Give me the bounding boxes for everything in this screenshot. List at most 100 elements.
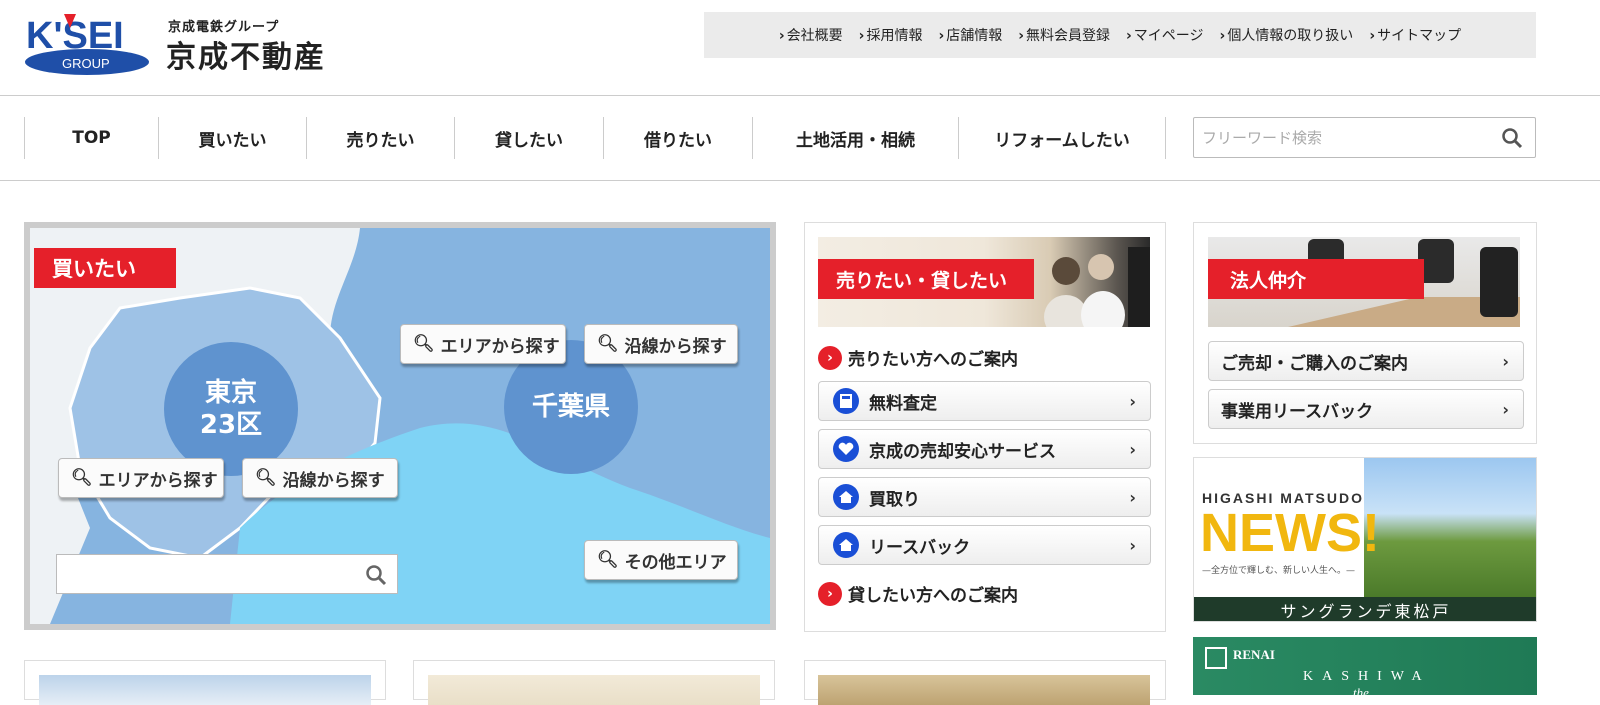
chevron-right-icon: › <box>1219 28 1226 44</box>
nav-buy[interactable]: 買いたい <box>158 117 306 159</box>
util-link[interactable]: › 個人情報の取り扱い <box>1220 25 1354 45</box>
global-nav: TOP 買いたい 売りたい 貸したい 借りたい 土地活用・相続 リフォームしたい <box>0 97 1600 181</box>
leaseback-label: リースバック <box>869 537 971 558</box>
bottom-card-2[interactable] <box>413 660 775 705</box>
bottom-card-3[interactable] <box>804 660 1166 705</box>
house-icon <box>833 484 859 510</box>
util-link-label: 無料会員登録 <box>1026 28 1111 44</box>
chevron-right-icon: › <box>1502 352 1509 371</box>
chevron-right-icon: › <box>858 28 865 44</box>
sell-lend-tag: 売りたい・貸したい <box>818 259 1034 299</box>
util-link-label: サイトマップ <box>1377 28 1462 44</box>
renai-brand: RENAI <box>1233 647 1275 662</box>
nav-lend[interactable]: 貸したい <box>454 117 603 159</box>
util-link[interactable]: › サイトマップ <box>1369 25 1461 45</box>
nav-reform[interactable]: リフォームしたい <box>958 117 1166 159</box>
tokyo-line-search-button[interactable]: 🔍︎ 沿線から探す <box>242 458 398 498</box>
arrow-right-icon: › <box>818 345 842 370</box>
utility-nav: › 会社概要 › 採用情報 › 店舗情報 › 無料会員登録 › マイページ › 個人情報の取り扱い › サ… <box>704 12 1536 58</box>
chiba-line-search-button[interactable]: 🔍︎ 沿線から探す <box>584 324 738 364</box>
map-search-input[interactable] <box>56 554 398 594</box>
freeword-search <box>1193 117 1536 158</box>
renai-title: KASHIWA <box>1303 669 1431 684</box>
safe-sale-service-button[interactable]: 京成の売却安心サービス › <box>818 429 1151 469</box>
news-subtitle: —全方位で輝しむ、新しい人生へ。— <box>1202 566 1356 576</box>
town-photo <box>1364 458 1536 597</box>
lend-guide-label: 貸したい方へのご案内 <box>848 586 1018 606</box>
tokyo-line-search-label: 沿線から探す <box>282 470 385 491</box>
util-link[interactable]: › 無料会員登録 <box>1018 25 1110 45</box>
search-icon: 🔍︎ <box>71 468 93 488</box>
chevron-right-icon: › <box>1502 400 1509 419</box>
higashi-matsudo-news-banner[interactable]: HIGASHI MATSUDO NEWS! —全方位で輝しむ、新しい人生へ。— … <box>1193 457 1537 622</box>
buy-map: 買いたい 東京 23区 千葉県 🔍︎ エリアから探す 🔍︎ 沿線から探す 🔍︎ エリアか… <box>24 222 776 630</box>
free-appraisal-label: 無料査定 <box>869 393 937 414</box>
calculator-icon <box>833 388 859 414</box>
buyout-button[interactable]: 買取り › <box>818 477 1151 517</box>
corporate-tag: 法人仲介 <box>1208 259 1424 299</box>
util-link[interactable]: › 店舗情報 <box>938 25 1002 45</box>
search-input[interactable] <box>1202 126 1492 150</box>
news-title: NEWS! <box>1200 503 1380 563</box>
search-icon[interactable] <box>1501 127 1523 149</box>
chevron-right-icon: › <box>1018 28 1025 44</box>
chiba-line-search-label: 沿線から探す <box>624 336 727 357</box>
chevron-right-icon: › <box>1129 536 1136 555</box>
search-icon: 🔍︎ <box>597 550 619 570</box>
safe-sale-service-label: 京成の売却安心サービス <box>869 441 1056 462</box>
search-icon: 🔍︎ <box>597 334 619 354</box>
nav-top[interactable]: TOP <box>24 117 158 159</box>
chevron-right-icon: › <box>938 28 945 44</box>
nav-land-inheritance[interactable]: 土地活用・相続 <box>752 117 958 159</box>
other-area-label: その他エリア <box>624 552 727 573</box>
tokyo-label-1: 東京 <box>204 377 257 408</box>
keisei-logo[interactable]: K'SEI GROUP <box>24 10 154 76</box>
renai-script: the <box>1353 685 1369 695</box>
chevron-right-icon: › <box>1129 440 1136 459</box>
sell-lend-panel: 売りたい・貸したい › 売りたい方へのご案内 無料査定 › 京成の売却安心サービス ›… <box>804 222 1166 632</box>
sale-purchase-guide-button[interactable]: ご売却・ご購入のご案内 › <box>1208 341 1524 381</box>
house-icon <box>833 532 859 558</box>
tokyo-label-2: 23区 <box>199 410 263 440</box>
other-area-button[interactable]: 🔍︎ その他エリア <box>584 540 738 580</box>
util-link-label: 個人情報の取り扱い <box>1227 28 1354 44</box>
news-caption: サングランデ東松戸 <box>1194 597 1536 621</box>
chevron-right-icon: › <box>1126 28 1132 44</box>
interior-photo <box>818 675 1150 705</box>
lend-guide-link[interactable]: › 貸したい方へのご案内 <box>818 581 1018 606</box>
util-link[interactable]: › 会社概要 <box>779 25 843 45</box>
family-photo <box>428 675 760 705</box>
util-link-label: 会社概要 <box>786 28 843 44</box>
business-leaseback-label: 事業用リースバック <box>1221 401 1374 422</box>
site-header: K'SEI GROUP 京成電鉄グループ 京成不動産 › 会社概要 › 採用情報 › 店舗… <box>0 0 1600 96</box>
buy-tag: 買いたい <box>34 248 176 288</box>
search-icon: 🔍︎ <box>255 468 277 488</box>
tokyo-23-wards-circle[interactable]: 東京 23区 <box>164 342 298 476</box>
chevron-right-icon: › <box>1129 488 1136 507</box>
chiba-area-search-label: エリアから探す <box>440 336 560 357</box>
chiba-area-search-button[interactable]: 🔍︎ エリアから探す <box>400 324 566 364</box>
search-icon: 🔍︎ <box>413 334 435 354</box>
building-photo <box>39 675 371 705</box>
sell-guide-label: 売りたい方へのご案内 <box>848 350 1018 370</box>
arrow-right-icon: › <box>818 581 842 606</box>
free-appraisal-button[interactable]: 無料査定 › <box>818 381 1151 421</box>
bottom-card-1[interactable] <box>24 660 386 705</box>
chevron-right-icon: › <box>1369 28 1376 44</box>
chevron-right-icon: › <box>778 28 785 44</box>
util-link[interactable]: › 採用情報 <box>859 25 923 45</box>
buyout-label: 買取り <box>869 489 920 510</box>
search-icon[interactable] <box>365 564 387 586</box>
tokyo-area-search-label: エリアから探す <box>98 470 218 491</box>
brand-name[interactable]: 京成不動産 <box>166 32 326 76</box>
util-link-label: 店舗情報 <box>946 28 1003 44</box>
nav-sell[interactable]: 売りたい <box>306 117 454 159</box>
nav-rent[interactable]: 借りたい <box>603 117 752 159</box>
util-link-label: 採用情報 <box>866 28 923 44</box>
tokyo-area-search-button[interactable]: 🔍︎ エリアから探す <box>58 458 224 498</box>
util-link[interactable]: › マイページ <box>1126 25 1204 45</box>
leaseback-button[interactable]: リースバック › <box>818 525 1151 565</box>
sell-guide-link[interactable]: › 売りたい方へのご案内 <box>818 345 1018 370</box>
business-leaseback-button[interactable]: 事業用リースバック › <box>1208 389 1524 429</box>
renai-kashiwa-banner[interactable]: RENAI KASHIWA the <box>1193 637 1537 695</box>
